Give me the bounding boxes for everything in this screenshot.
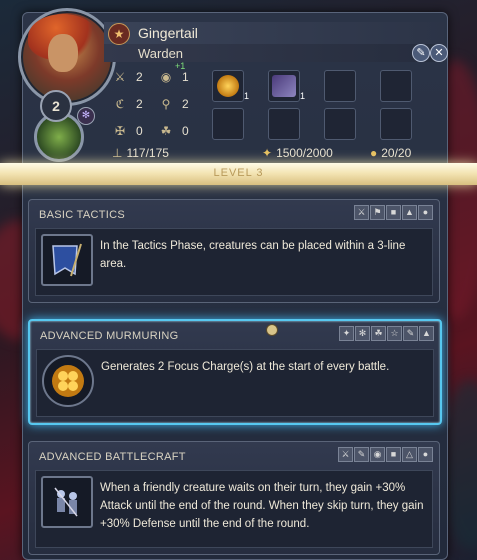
knowledge-value: 2 bbox=[182, 97, 189, 111]
defense-value: 1 bbox=[182, 70, 189, 84]
skill-tags: ⚔ ⚑ ■ ▲ ● bbox=[354, 205, 433, 220]
inventory-slot-6[interactable] bbox=[268, 108, 300, 140]
golden-clover-icon bbox=[217, 75, 239, 97]
skill-body: Generates 2 Focus Charge(s) at the start… bbox=[36, 349, 434, 417]
mana-drop-icon: ● bbox=[370, 146, 378, 160]
hero-class: Warden bbox=[138, 46, 184, 61]
level-up-text: LEVEL 3 bbox=[213, 167, 264, 179]
hero-name: Gingertail bbox=[138, 25, 198, 41]
knowledge-icon: ⚲ bbox=[161, 97, 171, 111]
inventory-slot-2[interactable]: 1 bbox=[268, 70, 305, 102]
stat-knowledge[interactable]: ⚲ 2 bbox=[160, 97, 189, 111]
attack-icon: ⚔ bbox=[114, 70, 126, 84]
faction-icon: ★ bbox=[108, 23, 130, 45]
blue-banner-icon bbox=[41, 234, 93, 286]
luck-value: 0 bbox=[136, 124, 143, 138]
skill-card-advanced-murmuring[interactable]: ADVANCED MURMURING ✦ ✻ ☘ ☆ ✎ ▲ Generates 2 Fo… bbox=[28, 319, 442, 425]
luck-icon: ✠ bbox=[114, 124, 126, 138]
skill-description: Generates 2 Focus Charge(s) at the start… bbox=[101, 361, 390, 373]
defense-icon: ◉ bbox=[160, 70, 172, 84]
skill-card-advanced-battlecraft[interactable]: ADVANCED BATTLECRAFT ⚔ ✎ ◉ ■ △ ● When a frien… bbox=[28, 441, 440, 555]
stat-attack[interactable]: ⚔ 2 bbox=[114, 70, 143, 84]
movement-points: ⊥ 117/175 bbox=[112, 146, 169, 160]
inventory-slot-5[interactable] bbox=[212, 108, 244, 140]
inventory-slot-1[interactable]: 1 bbox=[212, 70, 249, 102]
skill-title: ADVANCED BATTLECRAFT bbox=[39, 451, 186, 463]
soldiers-icon bbox=[41, 476, 93, 528]
boot-icon: ⊥ bbox=[112, 146, 123, 160]
inventory-slot-7[interactable] bbox=[324, 108, 356, 140]
mana-value: 20/20 bbox=[381, 146, 412, 160]
item-count: 1 bbox=[299, 91, 305, 101]
stat-morale[interactable]: ☘ 0 bbox=[160, 124, 189, 138]
golden-clover-icon bbox=[42, 355, 94, 407]
inventory-slot-8[interactable] bbox=[380, 108, 412, 140]
stat-luck[interactable]: ✠ 0 bbox=[114, 124, 143, 138]
hero-level-badge: 2 bbox=[40, 90, 72, 122]
skill-card-basic-tactics[interactable]: BASIC TACTICS ⚔ ⚑ ■ ▲ ● In the Tactics Phase… bbox=[28, 199, 440, 303]
claw-weapon-icon bbox=[272, 75, 296, 97]
hero-portrait-face bbox=[48, 34, 78, 72]
close-icon[interactable]: ✕ bbox=[430, 44, 448, 62]
experience: ✦ 1500/2000 bbox=[262, 146, 333, 160]
skill-title: BASIC TACTICS bbox=[39, 209, 126, 221]
mana: ● 20/20 bbox=[370, 146, 411, 160]
experience-value: 1500/2000 bbox=[276, 146, 333, 160]
skill-body: In the Tactics Phase, creatures can be p… bbox=[35, 228, 433, 296]
morale-icon: ☘ bbox=[160, 124, 172, 138]
inventory-slot-3[interactable] bbox=[324, 70, 356, 102]
skill-body: When a friendly creature waits on their … bbox=[35, 470, 433, 548]
skill-description: When a friendly creature waits on their … bbox=[100, 482, 424, 530]
stat-spellpower[interactable]: ℭ 2 bbox=[114, 97, 143, 111]
skill-title: ADVANCED MURMURING bbox=[40, 330, 179, 342]
spellpower-value: 2 bbox=[136, 97, 143, 111]
spellpower-icon: ℭ bbox=[115, 97, 125, 111]
skill-description: In the Tactics Phase, creatures can be p… bbox=[100, 240, 406, 270]
skill-tags: ⚔ ✎ ◉ ■ △ ● bbox=[338, 447, 433, 462]
item-count: 1 bbox=[243, 91, 249, 101]
magic-school-icon[interactable]: ✻ bbox=[77, 107, 95, 125]
morale-value: 0 bbox=[182, 124, 189, 138]
skill-tags: ✦ ✻ ☘ ☆ ✎ ▲ bbox=[339, 326, 434, 341]
attack-value: 2 bbox=[136, 70, 143, 84]
movement-value: 117/175 bbox=[126, 146, 169, 160]
stat-defense[interactable]: ◉ 1 bbox=[160, 70, 189, 84]
inventory-slot-4[interactable] bbox=[380, 70, 412, 102]
defense-bonus: +1 bbox=[175, 61, 186, 71]
experience-icon: ✦ bbox=[262, 146, 273, 160]
cursor-icon bbox=[266, 324, 278, 336]
edit-icon[interactable]: ✎ bbox=[412, 44, 430, 62]
